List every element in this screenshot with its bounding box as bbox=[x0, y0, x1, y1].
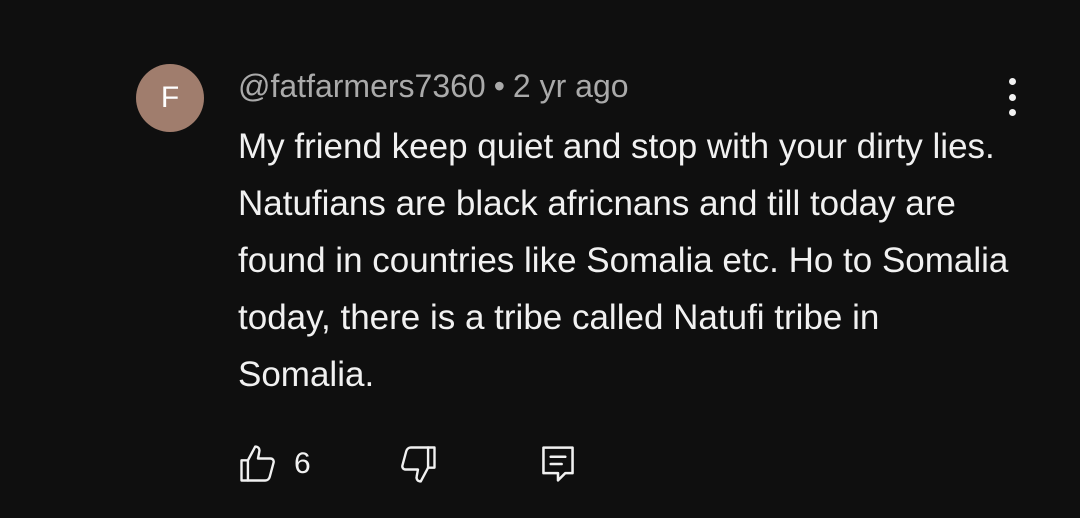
comment-time: 2 yr ago bbox=[512, 68, 629, 104]
meta-separator: • bbox=[493, 68, 505, 104]
dislike-button[interactable] bbox=[396, 440, 440, 488]
comment-text: My friend keep quiet and stop with your … bbox=[238, 127, 1009, 394]
more-dot bbox=[1008, 109, 1016, 116]
comment-header: @fatfarmers7360 • 2 yr ago bbox=[238, 66, 629, 106]
thumbs-up-icon bbox=[236, 442, 280, 486]
thumbs-down-icon bbox=[396, 442, 440, 486]
more-vertical-icon[interactable] bbox=[996, 78, 1028, 116]
more-dot bbox=[1008, 78, 1016, 85]
more-dot bbox=[1008, 93, 1016, 101]
author-handle[interactable]: @fatfarmers7360 bbox=[238, 68, 486, 104]
comment-icon bbox=[538, 442, 578, 486]
like-button[interactable]: 6 bbox=[236, 440, 311, 488]
avatar[interactable]: F bbox=[136, 64, 204, 132]
reply-button[interactable] bbox=[538, 440, 578, 488]
like-count: 6 bbox=[294, 447, 311, 480]
